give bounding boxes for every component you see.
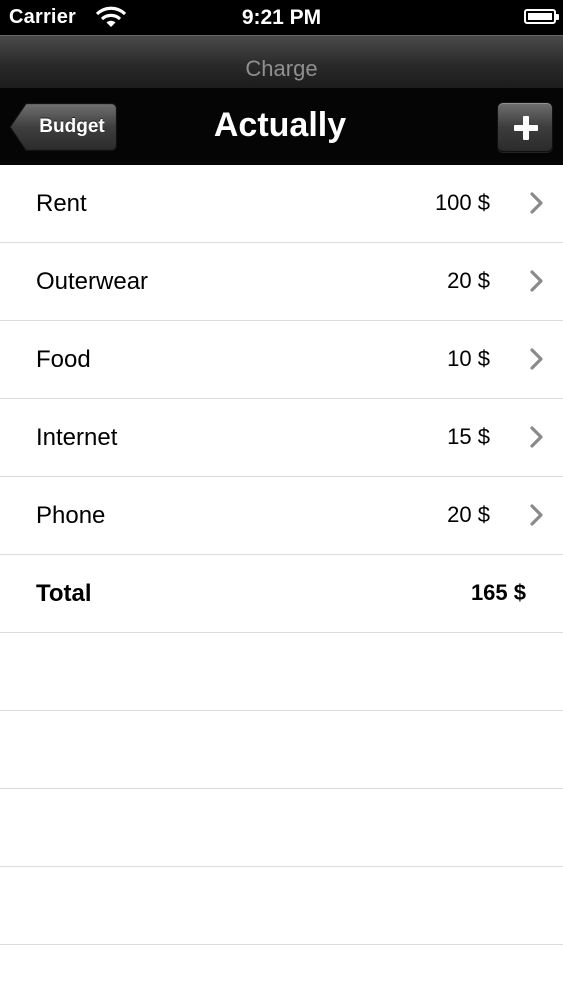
- status-bar: Carrier 9:21 PM: [0, 0, 563, 35]
- battery-icon: [524, 9, 559, 24]
- back-button-label: Budget: [39, 116, 105, 137]
- empty-row: [0, 633, 563, 711]
- empty-row: [0, 867, 563, 945]
- plus-icon: [514, 116, 538, 140]
- page-title: Actually: [213, 106, 347, 144]
- item-label: Phone: [36, 502, 106, 529]
- prompt-text: Charge: [245, 56, 318, 81]
- back-button[interactable]: Budget: [9, 102, 118, 152]
- status-time: 9:21 PM: [241, 6, 322, 29]
- item-value: 20 $: [447, 502, 490, 527]
- chevron-right-icon: [530, 270, 543, 292]
- item-value: 20 $: [447, 268, 490, 293]
- chevron-right-icon: [530, 504, 543, 526]
- item-value: 100 $: [434, 190, 490, 215]
- item-label: Internet: [36, 424, 118, 451]
- item-label: Rent: [36, 190, 87, 217]
- list-item-rent[interactable]: Rent 100 $: [0, 165, 563, 243]
- list-item-internet[interactable]: Internet 15 $: [0, 399, 563, 477]
- chevron-right-icon: [530, 348, 543, 370]
- empty-row: [0, 789, 563, 867]
- list-item-phone[interactable]: Phone 20 $: [0, 477, 563, 555]
- empty-row: [0, 711, 563, 789]
- item-value: 10 $: [447, 346, 490, 371]
- total-row: Total 165 $: [0, 555, 563, 633]
- navigation-bar: Budget Actually: [0, 88, 563, 165]
- add-button[interactable]: [497, 102, 553, 152]
- item-label: Outerwear: [36, 268, 149, 295]
- item-value: 15 $: [447, 424, 490, 449]
- list-item-food[interactable]: Food 10 $: [0, 321, 563, 399]
- expense-table: Rent 100 $ Outerwear 20 $ Food 10 $ Inte…: [0, 165, 563, 945]
- total-value: 165 $: [470, 580, 526, 605]
- total-label: Total: [36, 580, 92, 607]
- chevron-right-icon: [530, 192, 543, 214]
- list-item-outerwear[interactable]: Outerwear 20 $: [0, 243, 563, 321]
- prompt-bar: Charge: [0, 35, 563, 88]
- chevron-right-icon: [530, 426, 543, 448]
- item-label: Food: [36, 346, 91, 373]
